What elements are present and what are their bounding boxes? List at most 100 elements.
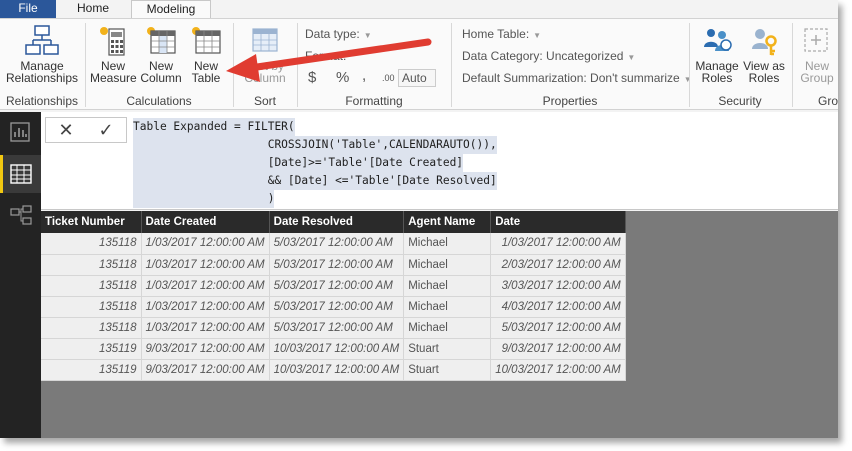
table-cell[interactable]: 5/03/2017 12:00:00 AM [269,275,405,297]
table-cell[interactable]: 135118 [41,296,142,318]
roles-icon [704,29,732,51]
formula-line: Table Expanded = FILTER( [133,118,295,136]
percent-button[interactable]: % [336,69,349,86]
tab-home[interactable]: Home [62,0,124,18]
table-cell[interactable]: 1/03/2017 12:00:00 AM [141,233,270,255]
table-cell[interactable]: Stuart [403,338,492,360]
column-header-date[interactable]: Date [490,211,626,233]
group-label-groups: Gro [818,94,838,108]
column-header-agent-name[interactable]: Agent Name [403,211,492,233]
decimal-places-input[interactable]: Auto [398,69,436,87]
bar-chart-icon [10,122,30,142]
manage-relationships-button[interactable]: Manage Relationships [4,25,80,84]
report-view-button[interactable] [0,114,41,152]
group-label-formatting: Formatting [345,94,403,108]
group-label-sort: Sort [253,94,276,108]
column-header-date-created[interactable]: Date Created [141,211,270,233]
table-cell[interactable]: 1/03/2017 12:00:00 AM [141,317,270,339]
chevron-down-icon: ▼ [627,53,636,62]
table-cell[interactable]: 135119 [41,338,142,360]
formula-line: && [Date] <='Table'[Date Resolved] [133,172,497,190]
table-cell[interactable]: 10/03/2017 12:00:00 AM [490,359,626,381]
currency-button[interactable]: $ [308,69,316,86]
new-group-button[interactable]: New Group [797,25,837,84]
table-cell[interactable]: 5/03/2017 12:00:00 AM [269,296,405,318]
table-cell[interactable]: 1/03/2017 12:00:00 AM [141,275,270,297]
table-cell[interactable]: 9/03/2017 12:00:00 AM [141,359,270,381]
table-cell[interactable]: 135118 [41,254,142,276]
table-cell[interactable]: 135118 [41,317,142,339]
table-cell[interactable]: Stuart [403,359,492,381]
table-cell[interactable]: Michael [403,233,492,255]
table-row: 135118 1/03/2017 12:00:00 AM 5/03/2017 12:… [41,233,626,255]
new-column-icon [147,27,176,54]
sort-icon [252,28,278,52]
checkmark-icon: ✓ [98,120,114,140]
sort-by-column-button[interactable]: Sort by Column [238,25,292,84]
table-cell[interactable]: 1/03/2017 12:00:00 AM [490,233,626,255]
ribbon: Manage Relationships Relationships New M… [0,18,838,110]
column-header-ticket-number[interactable]: Ticket Number [41,211,142,233]
table-cell[interactable]: 9/03/2017 12:00:00 AM [490,338,626,360]
table-cell[interactable]: 5/03/2017 12:00:00 AM [269,233,405,255]
formula-bar: ✕ ✓ Table Expanded = FILTER( CROSSJOIN('… [41,112,838,210]
table-cell[interactable]: 5/03/2017 12:00:00 AM [269,317,405,339]
formula-line: [Date]>='Table'[Date Created] [133,154,464,172]
decimals-button[interactable]: .00 [382,73,395,83]
manage-roles-button[interactable]: Manage Roles [694,25,740,84]
group-label-relationships: Relationships [5,94,79,108]
table-cell[interactable]: 10/03/2017 12:00:00 AM [269,359,405,381]
tab-modeling[interactable]: Modeling [131,0,211,19]
chevron-down-icon: ▼ [683,75,692,84]
table-cell[interactable]: 4/03/2017 12:00:00 AM [490,296,626,318]
tab-file[interactable]: File [0,0,56,18]
relationships-view-button[interactable] [0,198,41,236]
group-label-calculations: Calculations [126,94,192,108]
table-cell[interactable]: 135118 [41,233,142,255]
view-as-roles-button[interactable]: View as Roles [742,25,786,84]
home-table-dropdown[interactable]: Home Table: ▼ [462,27,541,41]
data-view-button[interactable] [0,155,41,193]
data-table: Ticket Number Date Created Date Resolved… [41,211,626,381]
comma-button[interactable]: , [362,67,366,84]
calculator-icon [100,27,125,56]
table-cell[interactable]: Michael [403,296,492,318]
format-dropdown[interactable]: Format: [305,49,346,63]
table-row: 135118 1/03/2017 12:00:00 AM 5/03/2017 12:… [41,296,626,318]
table-cell[interactable]: Michael [403,317,492,339]
table-cell[interactable]: Michael [403,254,492,276]
formula-editor[interactable]: Table Expanded = FILTER( CROSSJOIN('Tabl… [133,118,497,208]
table-icon [10,164,32,184]
new-measure-button[interactable]: New Measure [90,25,137,84]
formula-line: CROSSJOIN('Table',CALENDARAUTO()), [133,136,497,154]
new-column-button[interactable]: New Column [138,25,184,84]
data-canvas: Ticket Number Date Created Date Resolved… [41,211,838,438]
divider [792,23,793,107]
relationships-icon [25,25,59,55]
table-cell[interactable]: 3/03/2017 12:00:00 AM [490,275,626,297]
table-cell[interactable]: 5/03/2017 12:00:00 AM [269,254,405,276]
key-icon [752,29,777,56]
ribbon-tabs: File Home Modeling [0,0,838,19]
table-cell[interactable]: 2/03/2017 12:00:00 AM [490,254,626,276]
table-cell[interactable]: 9/03/2017 12:00:00 AM [141,338,270,360]
formula-actions: ✕ ✓ [45,117,127,143]
column-header-date-resolved[interactable]: Date Resolved [269,211,405,233]
cancel-formula-button[interactable]: ✕ [46,118,86,142]
table-cell[interactable]: 135118 [41,275,142,297]
table-row: 135119 9/03/2017 12:00:00 AM 10/03/2017 12… [41,338,626,360]
data-category-dropdown[interactable]: Data Category: Uncategorized ▼ [462,49,635,63]
new-table-button[interactable]: New Table [186,25,226,84]
table-cell[interactable]: 1/03/2017 12:00:00 AM [141,254,270,276]
data-type-dropdown[interactable]: Data type: ▼ [305,27,372,41]
table-header-row: Ticket Number Date Created Date Resolved… [41,211,626,233]
table-cell[interactable]: 5/03/2017 12:00:00 AM [490,317,626,339]
default-summarization-dropdown[interactable]: Default Summarization: Don't summarize ▼ [462,71,692,85]
table-cell[interactable]: Michael [403,275,492,297]
table-row: 135118 1/03/2017 12:00:00 AM 5/03/2017 12:… [41,317,626,339]
commit-formula-button[interactable]: ✓ [86,118,126,142]
table-cell[interactable]: 135119 [41,359,142,381]
table-row: 135119 9/03/2017 12:00:00 AM 10/03/2017 12… [41,359,626,381]
table-cell[interactable]: 10/03/2017 12:00:00 AM [269,338,405,360]
table-cell[interactable]: 1/03/2017 12:00:00 AM [141,296,270,318]
